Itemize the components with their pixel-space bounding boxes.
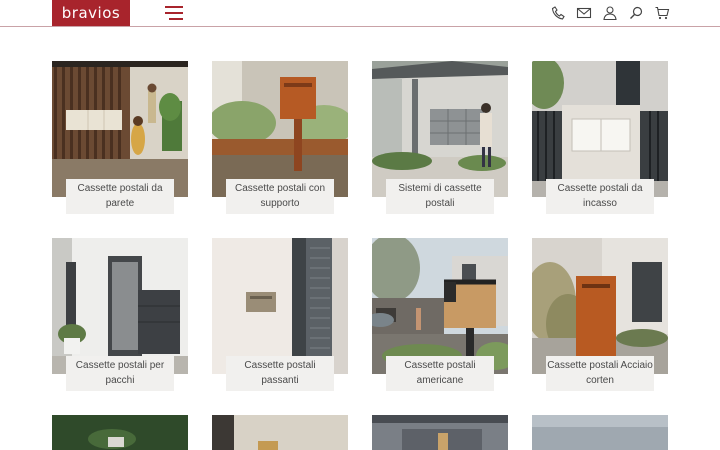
category-label[interactable]: Cassette postali con supporto: [226, 179, 334, 214]
category-image: [372, 238, 508, 374]
category-image: [532, 415, 668, 450]
category-image: [52, 238, 188, 374]
header-icon-bar: [550, 5, 670, 21]
search-icon[interactable]: [628, 5, 644, 21]
category-card-freestanding[interactable]: Cassette postali con supporto: [212, 61, 348, 214]
category-card-wall[interactable]: Cassette postali da parete: [52, 61, 188, 214]
hamburger-menu-icon[interactable]: [165, 4, 183, 21]
category-image: [372, 61, 508, 197]
category-label[interactable]: Cassette postali Acciaio corten: [546, 356, 654, 391]
category-card-corten[interactable]: Cassette postali Acciaio corten: [532, 238, 668, 391]
category-label[interactable]: Cassette postali da incasso: [546, 179, 654, 214]
category-image: [212, 415, 348, 450]
cart-icon[interactable]: [654, 5, 670, 21]
category-card-row3-4[interactable]: [532, 415, 668, 450]
category-card-row3-2[interactable]: [212, 415, 348, 450]
brand-logo[interactable]: bravios: [52, 0, 130, 26]
category-card-through[interactable]: Cassette postali passanti: [212, 238, 348, 391]
category-image: [372, 415, 508, 450]
category-image: [532, 61, 668, 197]
category-card-row3-3[interactable]: [372, 415, 508, 450]
mail-icon[interactable]: [576, 5, 592, 21]
category-image: [212, 238, 348, 374]
category-image: [532, 238, 668, 374]
user-icon[interactable]: [602, 5, 618, 21]
category-image: [212, 61, 348, 197]
category-label[interactable]: Cassette postali per pacchi: [66, 356, 174, 391]
category-card-builtin[interactable]: Cassette postali da incasso: [532, 61, 668, 214]
category-card-parcel[interactable]: Cassette postali per pacchi: [52, 238, 188, 391]
category-label[interactable]: Cassette postali americane: [386, 356, 494, 391]
category-image: [52, 61, 188, 197]
category-card-row3-1[interactable]: [52, 415, 188, 450]
category-label[interactable]: Cassette postali passanti: [226, 356, 334, 391]
category-label[interactable]: Cassette postali da parete: [66, 179, 174, 214]
category-card-american[interactable]: Cassette postali americane: [372, 238, 508, 391]
category-card-systems[interactable]: Sistemi di cassette postali: [372, 61, 508, 214]
category-image: [52, 415, 188, 450]
site-header: bravios: [0, 0, 720, 27]
category-label[interactable]: Sistemi di cassette postali: [386, 179, 494, 214]
phone-icon[interactable]: [550, 5, 566, 21]
